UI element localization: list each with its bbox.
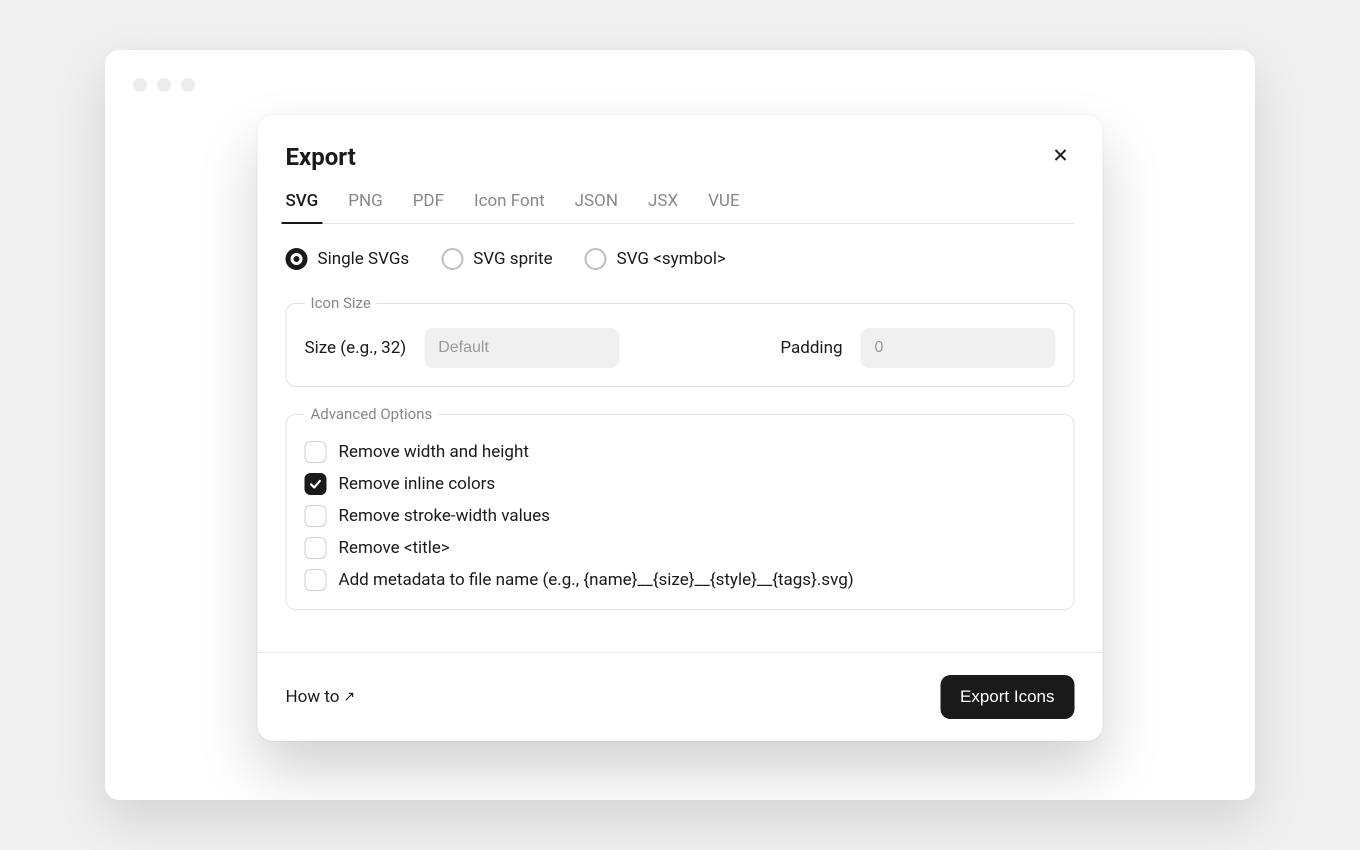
tab-png[interactable]: PNG bbox=[348, 191, 382, 223]
tab-svg[interactable]: SVG bbox=[286, 191, 319, 223]
checkbox-label: Remove <title> bbox=[339, 538, 450, 558]
checkbox-icon bbox=[305, 505, 327, 527]
svg-mode-row: Single SVGs SVG sprite SVG <symbol> bbox=[286, 248, 1075, 270]
advanced-option-1[interactable]: Remove inline colors bbox=[305, 473, 1056, 495]
checkbox-label: Remove width and height bbox=[339, 442, 529, 462]
external-link-icon: ↗ bbox=[343, 689, 355, 705]
export-button[interactable]: Export Icons bbox=[940, 675, 1075, 719]
radio-svg-symbol[interactable]: SVG <symbol> bbox=[585, 248, 726, 270]
advanced-option-2[interactable]: Remove stroke-width values bbox=[305, 505, 1056, 527]
radio-label: Single SVGs bbox=[318, 249, 410, 269]
close-icon bbox=[1053, 147, 1069, 168]
checkbox-icon bbox=[305, 569, 327, 591]
modal-title: Export bbox=[286, 143, 356, 171]
tab-icon-font[interactable]: Icon Font bbox=[474, 191, 545, 223]
app-window: Export SVG PNG PDF Icon Font JSON JSX VUE Sing… bbox=[105, 50, 1255, 800]
tab-vue[interactable]: VUE bbox=[708, 191, 740, 223]
checkbox-icon bbox=[305, 473, 327, 495]
howto-link[interactable]: How to ↗ bbox=[286, 687, 356, 707]
radio-label: SVG sprite bbox=[473, 249, 552, 269]
radio-single-svgs[interactable]: Single SVGs bbox=[286, 248, 410, 270]
advanced-legend: Advanced Options bbox=[305, 405, 439, 423]
advanced-options-group: Advanced Options Remove width and height… bbox=[286, 405, 1075, 610]
radio-icon bbox=[585, 248, 607, 270]
advanced-option-0[interactable]: Remove width and height bbox=[305, 441, 1056, 463]
padding-label: Padding bbox=[780, 338, 842, 358]
howto-label: How to bbox=[286, 687, 340, 707]
size-label: Size (e.g., 32) bbox=[305, 338, 407, 358]
tab-pdf[interactable]: PDF bbox=[413, 191, 444, 223]
size-input[interactable] bbox=[424, 328, 619, 368]
advanced-option-4[interactable]: Add metadata to file name (e.g., {name}_… bbox=[305, 569, 1056, 591]
export-modal: Export SVG PNG PDF Icon Font JSON JSX VUE Sing… bbox=[258, 115, 1103, 741]
export-tabs: SVG PNG PDF Icon Font JSON JSX VUE bbox=[286, 191, 1075, 224]
checkbox-icon bbox=[305, 537, 327, 559]
radio-svg-sprite[interactable]: SVG sprite bbox=[441, 248, 552, 270]
radio-label: SVG <symbol> bbox=[617, 249, 726, 269]
advanced-options-list: Remove width and height Remove inline col… bbox=[305, 439, 1056, 591]
tab-json[interactable]: JSON bbox=[575, 191, 618, 223]
icon-size-legend: Icon Size bbox=[305, 294, 377, 312]
checkbox-label: Remove inline colors bbox=[339, 474, 496, 494]
tab-jsx[interactable]: JSX bbox=[648, 191, 678, 223]
advanced-option-3[interactable]: Remove <title> bbox=[305, 537, 1056, 559]
padding-input[interactable] bbox=[861, 328, 1056, 368]
checkbox-label: Remove stroke-width values bbox=[339, 506, 550, 526]
checkbox-icon bbox=[305, 441, 327, 463]
radio-icon bbox=[441, 248, 463, 270]
radio-icon bbox=[286, 248, 308, 270]
checkbox-label: Add metadata to file name (e.g., {name}_… bbox=[339, 570, 854, 590]
icon-size-group: Icon Size Size (e.g., 32) Padding bbox=[286, 294, 1075, 387]
close-button[interactable] bbox=[1047, 143, 1075, 171]
